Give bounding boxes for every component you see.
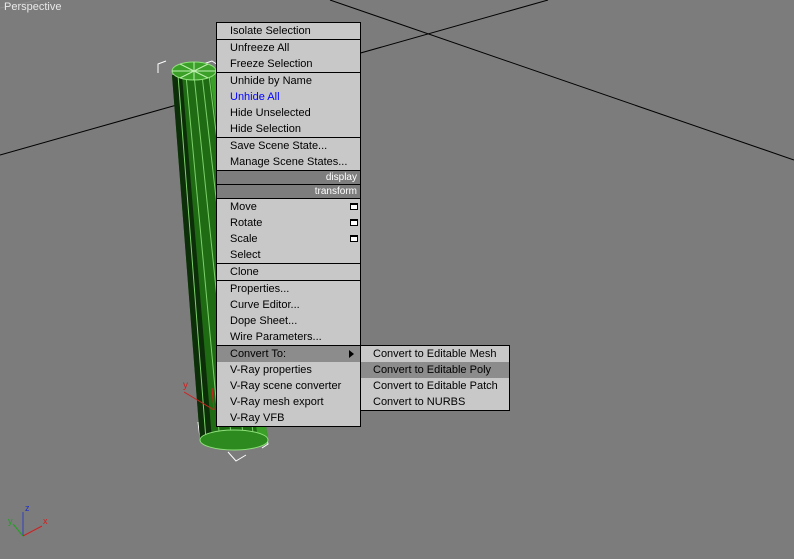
menu-item-properties[interactable]: Properties...	[217, 280, 360, 297]
menu-item-unfreeze-all[interactable]: Unfreeze All	[217, 39, 360, 56]
menu-item-label: Rotate	[230, 217, 263, 229]
viewport-label[interactable]: Perspective	[4, 1, 61, 13]
gizmo-y-label: y	[8, 516, 13, 526]
viewport-scene: y z x y	[0, 0, 794, 537]
quadrant-header-display: display	[217, 170, 360, 184]
menu-item-hide-selection[interactable]: Hide Selection	[217, 121, 360, 137]
submenu-item-editable-patch[interactable]: Convert to Editable Patch	[361, 378, 509, 394]
quadrant-header-transform: transform	[217, 184, 360, 198]
gizmo-x-label: x	[43, 516, 48, 526]
menu-item-scale[interactable]: Scale	[217, 231, 360, 247]
menu-item-label: Scale	[230, 233, 258, 245]
submenu-item-editable-mesh[interactable]: Convert to Editable Mesh	[361, 346, 509, 362]
menu-item-hide-unselected[interactable]: Hide Unselected	[217, 105, 360, 121]
convert-to-submenu: Convert to Editable Mesh Convert to Edit…	[360, 345, 510, 411]
menu-item-vray-scene-converter[interactable]: V-Ray scene converter	[217, 378, 360, 394]
menu-item-label: Move	[230, 201, 257, 213]
menu-item-select[interactable]: Select	[217, 247, 360, 263]
menu-item-manage-scene-states[interactable]: Manage Scene States...	[217, 154, 360, 170]
menu-item-unhide-all[interactable]: Unhide All	[217, 89, 360, 105]
quad-menu: Isolate Selection Unfreeze All Freeze Se…	[216, 22, 361, 427]
menu-item-isolate-selection[interactable]: Isolate Selection	[217, 23, 360, 39]
menu-item-dope-sheet[interactable]: Dope Sheet...	[217, 313, 360, 329]
gizmo-z-label: z	[25, 503, 30, 513]
object-axis-y-label: y	[183, 380, 188, 391]
menu-item-vray-vfb[interactable]: V-Ray VFB	[217, 410, 360, 426]
grid-line	[329, 0, 794, 161]
menu-item-label: Convert To:	[230, 348, 287, 360]
menu-item-move[interactable]: Move	[217, 198, 360, 215]
menu-item-vray-mesh-export[interactable]: V-Ray mesh export	[217, 394, 360, 410]
submenu-arrow-icon	[349, 350, 354, 358]
menu-item-convert-to[interactable]: Convert To:	[217, 345, 360, 362]
submenu-item-editable-poly[interactable]: Convert to Editable Poly	[361, 362, 509, 378]
settings-box-icon[interactable]	[350, 219, 358, 226]
menu-item-vray-properties[interactable]: V-Ray properties	[217, 362, 360, 378]
menu-item-clone[interactable]: Clone	[217, 263, 360, 280]
settings-box-icon[interactable]	[350, 235, 358, 242]
perspective-viewport[interactable]: y z x y Perspective	[0, 0, 794, 559]
menu-item-freeze-selection[interactable]: Freeze Selection	[217, 56, 360, 72]
menu-item-wire-parameters[interactable]: Wire Parameters...	[217, 329, 360, 345]
menu-item-unhide-by-name[interactable]: Unhide by Name	[217, 72, 360, 89]
settings-box-icon[interactable]	[350, 203, 358, 210]
menu-item-rotate[interactable]: Rotate	[217, 215, 360, 231]
world-axis-gizmo: z x y	[8, 503, 48, 537]
menu-item-curve-editor[interactable]: Curve Editor...	[217, 297, 360, 313]
menu-item-save-scene-state[interactable]: Save Scene State...	[217, 137, 360, 154]
submenu-item-nurbs[interactable]: Convert to NURBS	[361, 394, 509, 410]
